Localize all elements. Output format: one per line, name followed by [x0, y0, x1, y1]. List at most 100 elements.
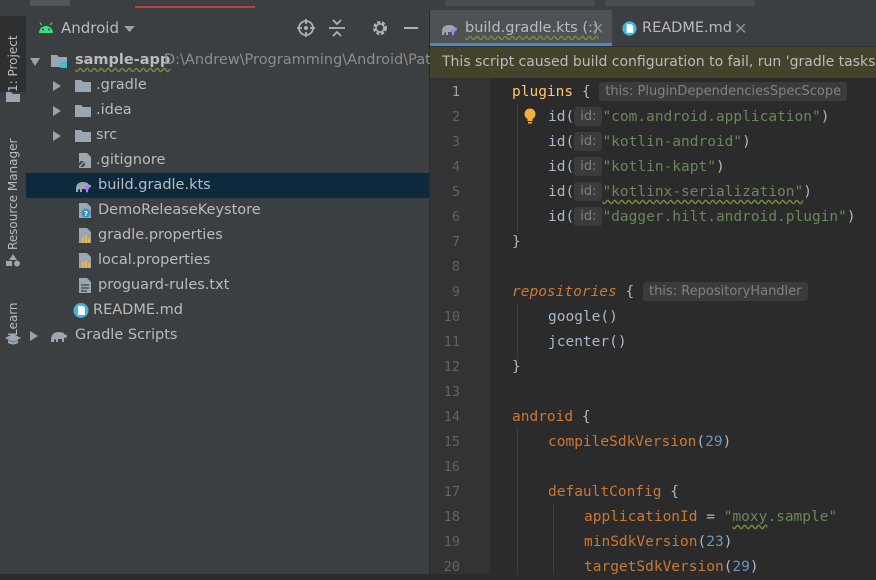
code-line-1: plugins { this: PluginDependenciesSpecSc… [512, 80, 848, 105]
code-token: ) [846, 209, 856, 225]
folder-icon [75, 80, 91, 92]
code-line-11: jcenter() [548, 330, 627, 355]
code-token: { [670, 484, 679, 500]
collapse-all-icon[interactable] [329, 19, 345, 37]
tab-project[interactable]: 1: Project [0, 16, 26, 92]
top-toolbar-strip [0, 0, 876, 10]
tab-learn[interactable]: Learn [0, 292, 26, 336]
code-token: ) [803, 184, 812, 200]
properties-file-icon [79, 253, 91, 268]
tab-label: build.gradle.kts (:) [465, 20, 599, 36]
line-number: 2 [451, 109, 460, 125]
tab-build-gradle-kts[interactable]: build.gradle.kts (:) ✕ [430, 10, 612, 46]
indent-guide [517, 104, 518, 232]
tree-item-label: .idea [96, 102, 132, 118]
tab-label: README.md [642, 20, 732, 36]
inlay-hint: id: [574, 132, 603, 151]
module-folder-icon [51, 55, 67, 68]
code-token: ) [723, 534, 733, 550]
code-line-2: id(id: "com.android.application") [548, 105, 829, 130]
project-panel-header: Android [26, 10, 429, 46]
tree-item-proguard-rules[interactable]: proguard-rules.txt [26, 273, 429, 298]
code-token: ) [742, 134, 751, 150]
chevron-right-icon[interactable] [53, 81, 61, 91]
indent-guide [517, 428, 518, 574]
code-token: id( [548, 109, 575, 125]
tree-item-label: build.gradle.kts [98, 177, 211, 193]
tab-readme[interactable]: README.md ✕ [612, 10, 752, 46]
code-keyword: minSdkVersion [584, 534, 698, 550]
code-token: ( [697, 534, 707, 550]
inlay-hint: id: [574, 207, 603, 226]
code-keyword: applicationId [584, 509, 698, 525]
code-line-17: defaultConfig { [548, 480, 679, 505]
code-keyword: repositories [512, 284, 617, 300]
tree-item-gradle-scripts[interactable]: Gradle Scripts [26, 323, 429, 348]
toolbar-fragment [445, 0, 595, 6]
chevron-down-icon[interactable] [30, 58, 40, 66]
code-string: "kotlin-android" [602, 134, 743, 150]
chevron-right-icon[interactable] [30, 331, 38, 341]
editor-gutter: 1 2 3 4 5 6 7 8 9 10 11 12 13 14 15 16 1… [430, 78, 510, 575]
crosshair-icon[interactable] [297, 19, 315, 37]
code-line-10: google() [548, 305, 618, 330]
text-file-icon [79, 278, 91, 293]
chevron-down-icon[interactable] [124, 26, 135, 33]
minimize-icon[interactable] [404, 27, 418, 30]
code-line-6: id(id: "dagger.hilt.android.plugin") [548, 205, 856, 230]
tree-item-demo-release-keystore[interactable]: ? DemoReleaseKeystore [26, 198, 429, 223]
tree-item-sample-app[interactable]: sample-app D:\Andrew\Programming\Android… [26, 48, 445, 73]
tree-item-label: local.properties [98, 252, 211, 268]
markdown-file-icon [622, 21, 637, 36]
close-icon[interactable]: ✕ [734, 10, 747, 47]
code-keyword: android [512, 409, 574, 425]
line-number: 18 [443, 509, 460, 525]
line-number: 15 [443, 434, 460, 450]
code-string: "dagger.hilt.android.plugin" [602, 209, 847, 225]
tab-resource-manager[interactable]: Resource Manager [0, 130, 26, 250]
tree-item-label: .gitignore [96, 152, 166, 168]
line-number: 20 [443, 559, 460, 575]
code-editor[interactable]: plugins { this: PluginDependenciesSpecSc… [490, 78, 876, 574]
code-line-12: } [512, 355, 521, 380]
tree-item-local-properties[interactable]: local.properties [26, 248, 429, 273]
code-line-7: } [512, 230, 521, 255]
editor-tabs: build.gradle.kts (:) ✕ README.md ✕ [430, 10, 876, 47]
tab-resource-manager-label: Resource Manager [6, 138, 20, 250]
tree-item-readme[interactable]: README.md [26, 298, 429, 323]
code-token: = [697, 509, 724, 525]
line-number: 10 [443, 309, 460, 325]
code-string: moxy [732, 509, 768, 525]
code-token: { [581, 409, 591, 425]
tree-item-build-gradle-kts[interactable]: build.gradle.kts [26, 173, 429, 198]
line-number: 19 [443, 534, 460, 550]
tree-item-label: proguard-rules.txt [98, 277, 230, 293]
code-token: jcenter() [548, 334, 627, 350]
gradle-kts-file-icon [76, 182, 91, 193]
lightbulb-icon[interactable] [524, 108, 536, 125]
inlay-hint: id: [574, 182, 603, 201]
tree-item-gradle-properties[interactable]: gradle.properties [26, 223, 429, 248]
project-view-selector[interactable]: Android [61, 19, 119, 37]
line-number: 11 [443, 334, 460, 350]
code-string: "kotlin-kapt" [602, 159, 716, 175]
tree-item-gradle-folder[interactable]: .gradle [26, 73, 429, 98]
folder-icon [75, 105, 91, 117]
close-icon[interactable]: ✕ [591, 10, 604, 47]
gear-icon[interactable] [371, 19, 389, 37]
toolbar-fragment [605, 0, 755, 6]
line-number: 9 [451, 284, 460, 300]
tree-item-idea-folder[interactable]: .idea [26, 98, 429, 123]
chevron-right-icon[interactable] [53, 131, 61, 141]
line-number: 1 [451, 84, 460, 100]
code-number: 29 [732, 559, 750, 574]
chevron-right-icon[interactable] [53, 106, 61, 116]
line-number: 4 [451, 159, 460, 175]
tree-item-gitignore[interactable]: .gitignore [26, 148, 429, 173]
svg-text:?: ? [84, 210, 88, 218]
line-number: 7 [451, 234, 460, 250]
code-token: } [512, 359, 521, 375]
code-line-3: id(id: "kotlin-android") [548, 130, 751, 155]
tree-item-src-folder[interactable]: src [26, 123, 429, 148]
code-token: ) [722, 434, 732, 450]
